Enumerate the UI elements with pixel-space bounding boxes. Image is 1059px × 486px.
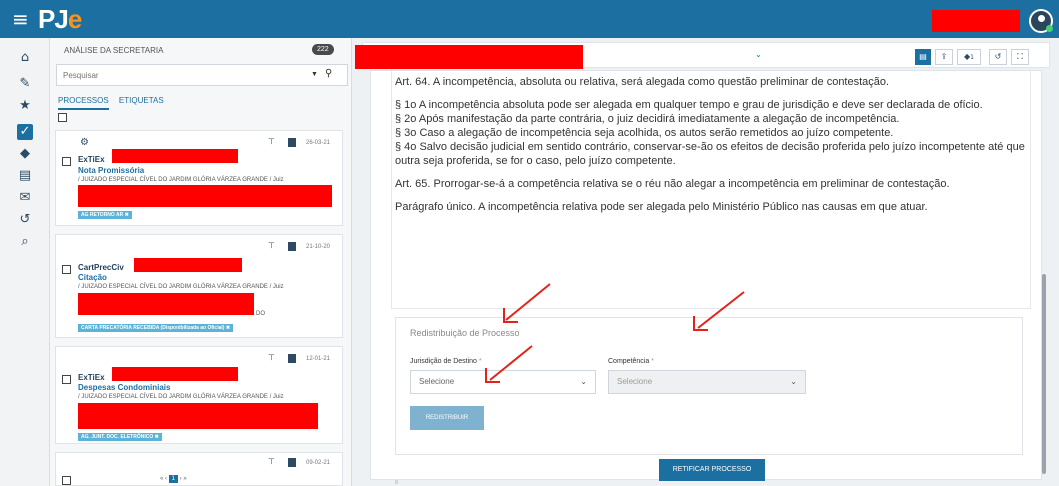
pagination: « ‹ 1 › » xyxy=(160,475,187,483)
content-scrollbar[interactable] xyxy=(1042,274,1046,474)
top-bar: ≡ PJe xyxy=(0,0,1059,38)
menu-icon[interactable]: ≡ xyxy=(12,9,29,29)
document-icon[interactable] xyxy=(288,354,296,363)
annotation-arrow-icon xyxy=(693,291,745,331)
search-input[interactable] xyxy=(57,65,287,86)
card-class[interactable]: ExTiEx xyxy=(78,373,105,382)
art-64: Art. 64. A incompetência, absoluta ou re… xyxy=(395,76,890,88)
competencia-label: Competência * xyxy=(608,358,654,365)
card-organ: / JUIZADO ESPECIAL CÍVEL DO JARDIM GLÓRI… xyxy=(78,284,284,290)
chevron-down-icon: ⌄ xyxy=(790,377,797,386)
card-organ: / JUIZADO ESPECIAL CÍVEL DO JARDIM GLÓRI… xyxy=(78,177,284,183)
card-checkbox[interactable] xyxy=(62,375,71,384)
annotation-arrow-icon xyxy=(485,345,533,383)
tab-etiquetas[interactable]: ETIQUETAS xyxy=(119,96,164,105)
panel-heading: ANÁLISE DA SECRETARIA xyxy=(64,46,164,55)
process-card[interactable]: ⊤ 21-10-20 CartPrecCiv Citação / JUIZADO… xyxy=(55,234,343,338)
paragraph-unico: Parágrafo único. A incompetência relativ… xyxy=(395,201,928,213)
tab-processos[interactable]: PROCESSOS xyxy=(58,96,109,110)
envelope-icon[interactable]: ✉ xyxy=(17,190,33,206)
history-button[interactable]: ↺ xyxy=(989,49,1007,65)
page-current[interactable]: 1 xyxy=(168,475,179,483)
search-filter-dropdown-icon[interactable]: ▼ xyxy=(311,71,318,78)
card-organ: / JUIZADO ESPECIAL CÍVEL DO JARDIM GLÓRI… xyxy=(78,394,284,400)
redacted-process-number xyxy=(112,149,238,163)
card-checkbox[interactable] xyxy=(62,265,71,274)
star-icon[interactable]: ★ xyxy=(17,98,33,114)
process-content: Art. 64. A incompetência, absoluta ou re… xyxy=(370,69,1045,481)
card-subject: Citação xyxy=(78,273,107,282)
annotation-arrow-icon xyxy=(503,283,551,323)
card-subject: Nota Promissória xyxy=(78,166,145,175)
chevron-down-icon[interactable]: ⌄ xyxy=(755,50,762,59)
pin-icon[interactable]: ⊤ xyxy=(268,137,275,146)
redacted-process-title xyxy=(355,45,583,69)
checkbox-icon[interactable]: ✓ xyxy=(17,124,33,140)
card-class[interactable]: CartPrecCiv xyxy=(78,263,124,272)
process-card[interactable]: ⊤ 09-02-21 xyxy=(55,452,343,486)
main-area: ⌄ ▤ ⇪ ◆1 ↺ ⛶ Art. 64. A incompetência, a… xyxy=(355,38,1059,486)
paragraph-2: § 2o Após manifestação da parte contrári… xyxy=(395,113,900,125)
export-button[interactable]: ⇪ xyxy=(935,49,953,65)
home-icon[interactable]: ⌂ xyxy=(17,50,33,66)
jurisdicao-label: Jurisdição de Destino * xyxy=(410,358,482,365)
paragraph-3: § 3o Caso a alegação de incompetência se… xyxy=(395,127,894,139)
layers-icon[interactable]: ▤ xyxy=(17,168,33,184)
select-all-checkbox[interactable] xyxy=(58,113,67,122)
law-text: Art. 64. A incompetência, absoluta ou re… xyxy=(395,75,1045,219)
card-tag[interactable]: AG. JUNT. DOC. ELETRÔNICO ✖ xyxy=(78,433,162,441)
redacted-parties xyxy=(78,185,332,207)
card-date: 21-10-20 xyxy=(306,244,331,250)
search-icon[interactable]: ⌕ xyxy=(17,234,33,250)
tags-button[interactable]: ◆1 xyxy=(957,49,981,65)
process-card[interactable]: ⚙ ⊤ 26-03-21 ExTiEx Nota Promissória / J… xyxy=(55,130,343,226)
panel-tabs: PROCESSOS ETIQUETAS xyxy=(58,96,172,110)
card-class[interactable]: ExTiEx xyxy=(78,155,105,164)
card-extra: DO xyxy=(256,311,265,317)
redacted-process-number xyxy=(112,367,238,381)
fullscreen-button[interactable]: ⛶ xyxy=(1011,49,1029,65)
pin-icon[interactable]: ⊤ xyxy=(268,353,275,362)
chevron-down-icon: ⌄ xyxy=(580,377,587,386)
user-avatar-icon[interactable] xyxy=(1029,9,1053,33)
pencil-icon[interactable]: ✎ xyxy=(17,76,33,92)
card-checkbox[interactable] xyxy=(62,157,71,166)
pin-icon[interactable]: ⊤ xyxy=(268,241,275,250)
card-tag[interactable]: CARTA PRECATÓRIA RECEBIDA (Disponibiliza… xyxy=(78,324,234,332)
paragraph-1: § 1o A incompetência absoluta pode ser a… xyxy=(395,99,983,111)
document-icon[interactable] xyxy=(288,458,296,467)
document-icon[interactable] xyxy=(288,242,296,251)
card-date: 26-03-21 xyxy=(306,140,331,146)
doc-view-button[interactable]: ▤ xyxy=(915,49,931,65)
search-box: ▼ ⚲ xyxy=(56,64,348,86)
tags-icon[interactable]: ◆ xyxy=(17,146,33,162)
card-tag[interactable]: AG RETORNO AR ✖ xyxy=(78,211,132,219)
process-header: ⌄ ▤ ⇪ ◆1 ↺ ⛶ xyxy=(355,42,1050,69)
settings-icon[interactable]: ⚙ xyxy=(80,137,89,148)
redacted-process-number xyxy=(134,258,242,272)
pin-icon[interactable]: ⊤ xyxy=(268,457,275,466)
redacted-parties xyxy=(78,403,318,429)
process-list-panel: ANÁLISE DA SECRETARIA 222 ▼ ⚲ PROCESSOS … xyxy=(50,38,398,486)
pje-logo[interactable]: PJe xyxy=(38,4,82,35)
card-date: 09-02-21 xyxy=(306,460,331,466)
card-date: 12-01-21 xyxy=(306,356,331,362)
card-subject: Despesas Condominiais xyxy=(78,383,171,392)
redistribuir-button[interactable]: REDISTRIBUIR xyxy=(410,406,484,430)
count-badge: 222 xyxy=(312,44,334,55)
document-icon[interactable] xyxy=(288,138,296,147)
competencia-select[interactable]: Selecione ⌄ xyxy=(608,370,806,394)
card-checkbox[interactable] xyxy=(62,476,71,485)
art-65: Art. 65. Prorrogar-se-á a competência re… xyxy=(395,178,950,190)
redacted-user-name xyxy=(932,10,1020,32)
paragraph-4: § 4o Salvo decisão judicial em sentido c… xyxy=(395,141,1025,167)
side-navigation: ⌂ ✎ ★ ✓ ◆ ▤ ✉ ↺ ⌕ xyxy=(0,38,50,486)
search-button-icon[interactable]: ⚲ xyxy=(325,68,332,79)
retificar-processo-button[interactable]: RETIFICAR PROCESSO xyxy=(659,459,765,481)
redacted-parties xyxy=(78,293,254,315)
history-icon[interactable]: ↺ xyxy=(17,212,33,228)
process-card[interactable]: ⊤ 12-01-21 ExTiEx Despesas Condominiais … xyxy=(55,346,343,444)
